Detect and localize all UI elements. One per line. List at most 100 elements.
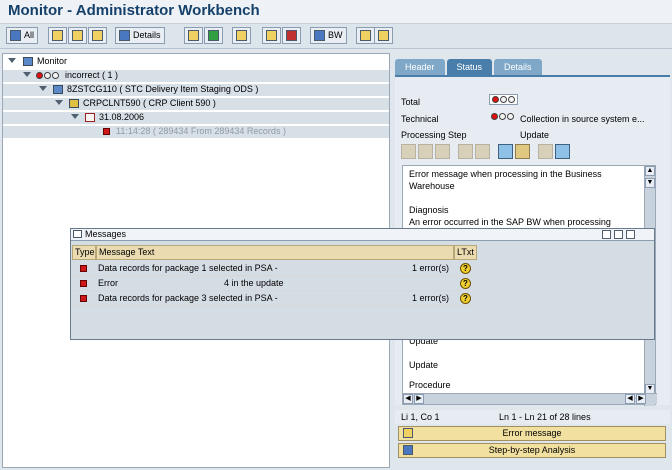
scroll-right-small-icon[interactable]: ▶ bbox=[414, 394, 424, 404]
error-icon bbox=[80, 295, 87, 302]
details-button[interactable]: Details bbox=[115, 27, 165, 44]
error-icon bbox=[80, 280, 87, 287]
find-icon[interactable] bbox=[498, 144, 513, 159]
expand-icon[interactable] bbox=[23, 72, 31, 77]
tab-strip: Header Status Details bbox=[395, 59, 542, 75]
export-icon bbox=[378, 30, 389, 41]
bw-icon bbox=[314, 30, 325, 41]
long-text-icon[interactable]: ? bbox=[460, 263, 471, 274]
monitor-icon bbox=[23, 57, 33, 66]
message-detail: 1 error(s) bbox=[412, 263, 450, 273]
find-next-icon[interactable] bbox=[515, 144, 530, 159]
error-message-icon bbox=[403, 428, 413, 438]
text-line: Diagnosis bbox=[409, 205, 449, 215]
table-row[interactable]: Data records for package 3 selected in P… bbox=[72, 291, 477, 306]
error-icon bbox=[80, 265, 87, 272]
tree-node-date[interactable]: 31.08.2006 bbox=[3, 112, 389, 124]
long-text-icon[interactable]: ? bbox=[460, 293, 471, 304]
toolbar: All Details BW bbox=[0, 24, 672, 49]
table-row[interactable]: Data records for package 1 selected in P… bbox=[72, 261, 477, 276]
ods-icon bbox=[53, 85, 63, 94]
navigate-button[interactable] bbox=[232, 27, 251, 44]
export-button[interactable] bbox=[374, 27, 393, 44]
processing-step-value: Update bbox=[520, 130, 550, 140]
hierarchy-icon bbox=[72, 30, 83, 41]
cancel-icon bbox=[208, 30, 219, 41]
scroll-up-icon[interactable]: ▲ bbox=[645, 166, 655, 176]
layout-button[interactable] bbox=[88, 27, 107, 44]
navigate-icon bbox=[236, 30, 247, 41]
bw-button[interactable]: BW bbox=[310, 27, 347, 44]
all-button[interactable]: All bbox=[6, 27, 39, 44]
message-text: Data records for package 3 selected in P… bbox=[98, 293, 278, 303]
source-system-icon bbox=[69, 99, 79, 108]
text-line: Procedure bbox=[409, 380, 451, 390]
scroll-right-icon[interactable]: ▶ bbox=[636, 394, 646, 404]
cursor-status-bar: Li 1, Co 1 Ln 1 - Ln 21 of 28 lines bbox=[395, 410, 670, 424]
export-text-icon[interactable] bbox=[555, 144, 570, 159]
maximize-icon[interactable] bbox=[614, 230, 623, 239]
close-icon[interactable] bbox=[626, 230, 635, 239]
hierarchy-button[interactable] bbox=[68, 27, 87, 44]
expand-icon[interactable] bbox=[55, 100, 63, 105]
delete-button[interactable] bbox=[282, 27, 301, 44]
refresh-icon bbox=[10, 30, 21, 41]
database-button[interactable] bbox=[356, 27, 375, 44]
error-status-icon bbox=[103, 128, 110, 135]
database-icon bbox=[360, 30, 371, 41]
expand-icon[interactable] bbox=[71, 114, 79, 119]
horizontal-scrollbar[interactable]: ◀ ▶ ◀ ▶ bbox=[403, 393, 657, 404]
scroll-down-small-icon[interactable]: ▼ bbox=[645, 178, 655, 188]
delete-icon bbox=[286, 30, 297, 41]
long-text-icon[interactable]: ? bbox=[460, 278, 471, 289]
tree-node-status[interactable]: incorrect ( 1 ) bbox=[3, 70, 389, 82]
filter-button[interactable] bbox=[48, 27, 67, 44]
copy-icon[interactable] bbox=[418, 144, 433, 159]
cursor-position: Li 1, Co 1 bbox=[401, 412, 440, 422]
processing-step-label: Processing Step bbox=[401, 130, 467, 140]
tree-node-monitor[interactable]: Monitor bbox=[3, 56, 389, 68]
column-header-type: Type bbox=[72, 245, 96, 260]
text-line: Warehouse bbox=[409, 181, 455, 191]
cut-icon[interactable] bbox=[401, 144, 416, 159]
import-icon[interactable] bbox=[538, 144, 553, 159]
calendar-icon bbox=[85, 113, 95, 122]
message-detail: 1 error(s) bbox=[412, 293, 450, 303]
table-row[interactable]: Error 4 in the update ? bbox=[72, 276, 477, 291]
check-button[interactable] bbox=[184, 27, 203, 44]
undo-icon[interactable] bbox=[458, 144, 473, 159]
check-icon bbox=[188, 30, 199, 41]
paste-icon[interactable] bbox=[435, 144, 450, 159]
tree-node-ods[interactable]: 8ZSTCG110 ( STC Delivery Item Staging OD… bbox=[3, 84, 389, 96]
layout-icon bbox=[92, 30, 103, 41]
step-by-step-analysis-button[interactable]: Step-by-step Analysis bbox=[398, 443, 666, 458]
expand-icon[interactable] bbox=[8, 58, 16, 63]
text-line: Update bbox=[409, 360, 439, 370]
expand-icon[interactable] bbox=[39, 86, 47, 91]
message-text: Data records for package 1 selected in P… bbox=[98, 263, 278, 273]
text-line: Error message when processing in the Bus… bbox=[409, 169, 602, 179]
error-message-button[interactable]: Error message bbox=[398, 426, 666, 441]
settings-button[interactable] bbox=[262, 27, 281, 44]
tab-status[interactable]: Status bbox=[446, 59, 493, 75]
technical-value: Collection in source system e... bbox=[520, 114, 645, 124]
window-title: Monitor - Administrator Workbench bbox=[8, 2, 260, 19]
tab-header[interactable]: Header bbox=[395, 59, 445, 75]
total-label: Total bbox=[401, 97, 421, 107]
scroll-left-icon[interactable]: ◀ bbox=[403, 394, 413, 404]
technical-label: Technical bbox=[401, 114, 439, 124]
message-detail: 4 in the update bbox=[224, 278, 284, 288]
messages-dialog: Messages Type Message Text LTxt Data rec… bbox=[70, 228, 655, 340]
tab-details[interactable]: Details bbox=[494, 59, 542, 75]
redo-icon[interactable] bbox=[475, 144, 490, 159]
scroll-left-end-icon[interactable]: ◀ bbox=[625, 394, 635, 404]
messages-dialog-title: Messages bbox=[71, 229, 654, 241]
messages-icon bbox=[73, 230, 82, 238]
tree-node-client[interactable]: CRPCLNT590 ( CRP Client 590 ) bbox=[3, 98, 389, 110]
column-header-message-text: Message Text bbox=[96, 245, 454, 260]
minimize-icon[interactable] bbox=[602, 230, 611, 239]
text-line: An error occurred in the SAP BW when pro… bbox=[409, 217, 611, 227]
tree-node-request[interactable]: 11:14:28 ( 289434 From 289434 Records ) bbox=[3, 126, 389, 138]
column-header-ltxt: LTxt bbox=[454, 245, 477, 260]
cancel-button[interactable] bbox=[204, 27, 223, 44]
